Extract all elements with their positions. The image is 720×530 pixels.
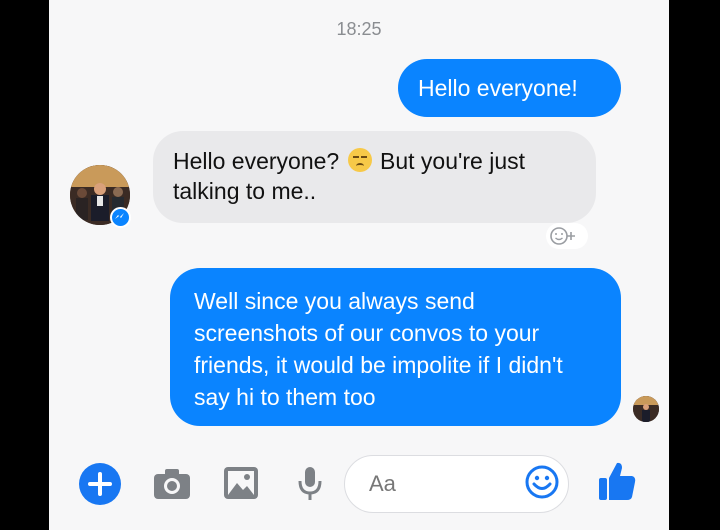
image-icon: [224, 467, 258, 499]
outgoing-message-bubble[interactable]: Hello everyone!: [398, 59, 621, 117]
message-text: Well since you always send screenshots o…: [194, 288, 563, 410]
add-reaction-icon: [550, 227, 575, 245]
like-button[interactable]: [597, 460, 637, 502]
microphone-icon: [298, 467, 322, 500]
add-button[interactable]: [79, 463, 121, 505]
add-reaction-button[interactable]: [546, 223, 588, 249]
message-text-part: Hello everyone?: [173, 148, 346, 174]
camera-button[interactable]: [153, 468, 191, 500]
message-text: Hello everyone!: [418, 75, 578, 101]
smiley-icon: [525, 465, 559, 499]
outgoing-message-bubble[interactable]: Well since you always send screenshots o…: [170, 268, 621, 426]
camera-icon: [154, 469, 190, 499]
unamused-face-icon: [347, 148, 372, 172]
incoming-message-bubble[interactable]: Hello everyone? But you're just talking …: [153, 131, 596, 223]
plus-icon: [88, 472, 112, 496]
avatar-photo: [633, 396, 659, 422]
message-timestamp: 18:25: [336, 19, 382, 39]
voice-button[interactable]: [296, 466, 324, 502]
message-input-placeholder: Aa: [369, 471, 396, 496]
composer-toolbar: Aa: [49, 438, 669, 530]
messenger-badge-icon: [110, 207, 131, 228]
gallery-button[interactable]: [223, 466, 259, 500]
thumbs-up-icon: [599, 462, 636, 500]
seen-receipt-avatar: [633, 396, 659, 422]
chat-screen: 18:25 Hello everyone! Hello everyone? Bu…: [49, 0, 669, 530]
emoji-button[interactable]: [524, 464, 560, 500]
